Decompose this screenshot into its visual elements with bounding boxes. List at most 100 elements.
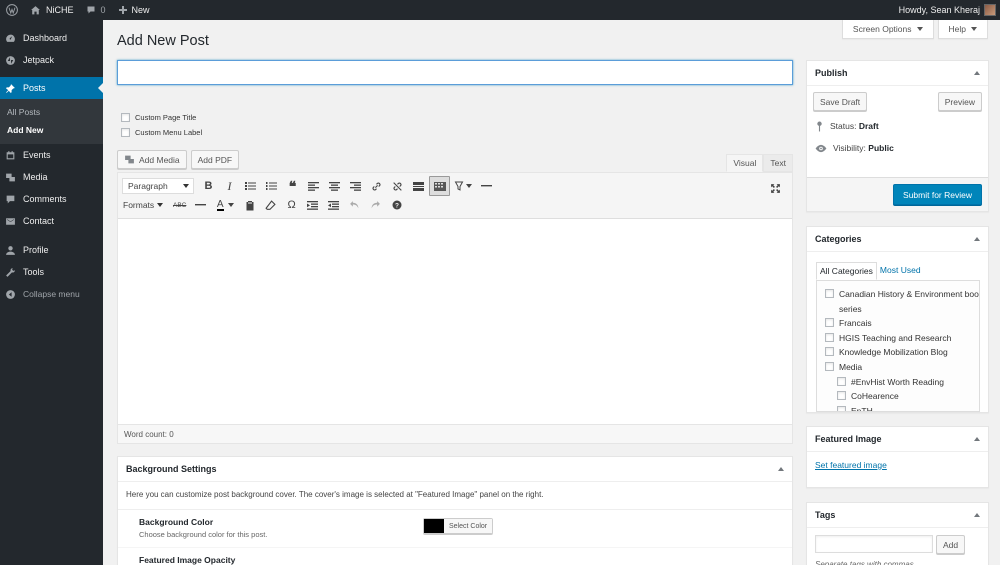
unlink-icon[interactable]	[387, 176, 408, 196]
special-character-icon[interactable]: Ω	[281, 195, 302, 215]
save-draft-button[interactable]: Save Draft	[813, 92, 868, 111]
submit-for-review-button[interactable]: Submit for Review	[893, 184, 982, 205]
custom-page-title-checkbox[interactable]	[121, 113, 130, 122]
text-color-icon[interactable]: A	[211, 195, 239, 215]
collapse-icon	[6, 289, 15, 299]
toolbar-toggle-icon[interactable]	[429, 176, 450, 196]
category-item[interactable]: EnTH	[825, 404, 975, 411]
background-settings-header[interactable]: Background Settings	[118, 457, 792, 482]
tab-all-categories[interactable]: All Categories	[816, 262, 877, 280]
custom-menu-label-option[interactable]: Custom Menu Label	[121, 128, 202, 137]
post-title-input[interactable]	[117, 60, 793, 85]
toggle-up-icon[interactable]	[974, 237, 980, 241]
read-more-icon[interactable]	[408, 176, 429, 196]
screen-options-button[interactable]: Screen Options	[841, 20, 934, 39]
custom-menu-label-checkbox[interactable]	[121, 128, 130, 137]
set-featured-image-link[interactable]: Set featured image	[807, 452, 988, 470]
sidebar-item-contact[interactable]: Contact	[0, 210, 103, 232]
sidebar-item-profile[interactable]: Profile	[0, 239, 103, 261]
toggle-up-icon[interactable]	[974, 513, 980, 517]
horizontal-line-icon[interactable]	[476, 176, 497, 196]
category-item[interactable]: Francais	[825, 316, 975, 331]
category-checklist[interactable]: Canadian History & Environment book seri…	[816, 280, 980, 412]
category-item[interactable]: Knowledge Mobilization Blog	[825, 345, 975, 360]
outdent-icon[interactable]	[302, 195, 323, 215]
toggle-up-icon[interactable]	[974, 437, 980, 441]
category-checkbox[interactable]	[825, 289, 834, 298]
category-label: Knowledge Mobilization Blog	[839, 347, 948, 358]
tag-input[interactable]	[815, 535, 933, 553]
publish-header[interactable]: Publish	[807, 61, 988, 86]
clear-formatting-icon[interactable]	[260, 195, 281, 215]
sidebar-item-media[interactable]: Media	[0, 166, 103, 188]
select-color-button[interactable]: Select Color	[423, 518, 494, 534]
category-item[interactable]: HGIS Teaching and Research	[825, 331, 975, 346]
link-icon[interactable]	[366, 176, 387, 196]
fullscreen-icon[interactable]	[765, 178, 786, 198]
category-checkbox[interactable]	[825, 318, 834, 328]
category-item[interactable]: Canadian History & Environment book seri…	[825, 287, 979, 316]
align-right-icon[interactable]	[345, 176, 366, 196]
sidebar-item-comments[interactable]: Comments	[0, 188, 103, 210]
strikethrough-icon[interactable]: ABC	[169, 195, 190, 215]
tab-visual[interactable]: Visual	[726, 154, 764, 172]
category-checkbox[interactable]	[837, 391, 846, 401]
category-item[interactable]: CoHearence	[825, 389, 975, 404]
collapse-menu-button[interactable]: Collapse menu	[0, 283, 103, 305]
redo-icon[interactable]	[365, 195, 386, 215]
account-menu[interactable]: Howdy, Sean Kheraj	[899, 4, 1000, 16]
featured-image-box: Featured Image Set featured image	[806, 426, 989, 488]
select-color-label: Select Color	[444, 519, 493, 533]
tab-text[interactable]: Text	[763, 154, 793, 172]
category-checkbox[interactable]	[825, 332, 834, 342]
category-checkbox[interactable]	[825, 361, 834, 371]
category-checkbox[interactable]	[825, 347, 834, 357]
horizontal-line-icon[interactable]	[190, 195, 211, 215]
new-content-link[interactable]: New	[112, 0, 156, 20]
categories-header[interactable]: Categories	[807, 227, 988, 252]
post-status: Status: Draft	[807, 115, 988, 137]
formats-dropdown[interactable]: Formats	[122, 200, 164, 210]
numbered-list-icon[interactable]	[261, 176, 282, 196]
category-item[interactable]: #EnvHist Worth Reading	[825, 375, 975, 390]
sidebar-item-tools[interactable]: Tools	[0, 261, 103, 283]
category-checkbox[interactable]	[837, 376, 846, 386]
align-left-icon[interactable]	[303, 176, 324, 196]
add-pdf-button[interactable]: Add PDF	[190, 150, 240, 169]
bullet-list-icon[interactable]	[240, 176, 261, 196]
custom-page-title-option[interactable]: Custom Page Title	[121, 113, 196, 122]
sidebar-item-jetpack[interactable]: Jetpack	[0, 49, 103, 71]
align-center-icon[interactable]	[324, 176, 345, 196]
help-button[interactable]: Help	[937, 20, 988, 39]
indent-icon[interactable]	[323, 195, 344, 215]
editor-content-area[interactable]	[118, 219, 792, 415]
toggle-up-icon[interactable]	[974, 71, 980, 75]
custom-page-title-label: Custom Page Title	[135, 113, 197, 122]
undo-icon[interactable]	[344, 195, 365, 215]
category-item[interactable]: Media	[825, 360, 975, 375]
help-icon[interactable]: ?	[386, 195, 407, 215]
tags-header[interactable]: Tags	[807, 503, 988, 528]
category-checkbox[interactable]	[837, 405, 846, 411]
toggle-up-icon[interactable]	[778, 467, 784, 471]
sidebar-item-dashboard[interactable]: Dashboard	[0, 27, 103, 49]
paste-text-icon[interactable]	[239, 195, 260, 215]
bold-icon[interactable]: B	[198, 176, 219, 196]
wordpress-logo-icon[interactable]	[0, 0, 24, 20]
submenu-all-posts[interactable]: All Posts	[0, 103, 103, 121]
sidebar-item-events[interactable]: Events	[0, 144, 103, 166]
site-name-link[interactable]: NiCHE	[24, 0, 80, 20]
preview-button[interactable]: Preview	[937, 92, 982, 111]
format-select[interactable]: Paragraph	[122, 178, 194, 194]
post-visibility: Visibility: Public	[807, 137, 988, 159]
blockquote-icon[interactable]: ❝	[282, 176, 303, 196]
featured-image-header[interactable]: Featured Image	[807, 427, 988, 452]
tab-most-used[interactable]: Most Used	[877, 262, 924, 280]
shortcode-icon[interactable]	[450, 176, 476, 196]
sidebar-item-posts[interactable]: Posts	[0, 77, 103, 99]
submenu-add-new[interactable]: Add New	[0, 121, 103, 139]
add-media-button[interactable]: Add Media	[117, 150, 187, 169]
comments-link[interactable]: 0	[80, 0, 112, 20]
add-tag-button[interactable]: Add	[936, 535, 966, 554]
italic-icon[interactable]: I	[219, 176, 240, 196]
